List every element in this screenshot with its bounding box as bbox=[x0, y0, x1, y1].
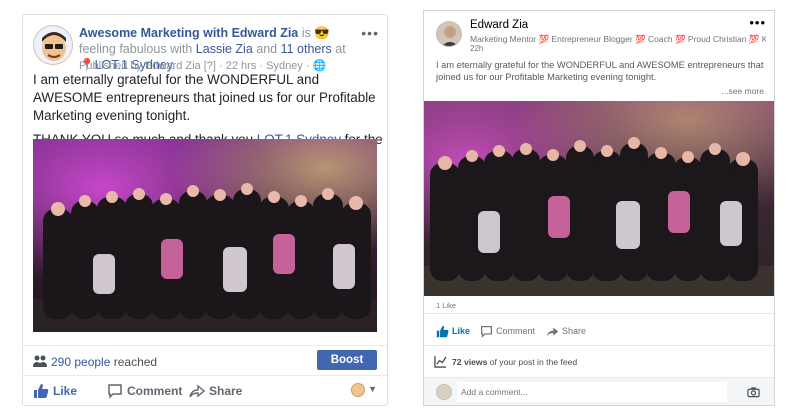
comment-icon bbox=[481, 326, 492, 338]
comment-label: Comment bbox=[496, 326, 536, 336]
thumbs-up-icon bbox=[436, 325, 449, 338]
others-link[interactable]: 11 others bbox=[281, 42, 332, 56]
add-comment-input[interactable] bbox=[457, 382, 727, 402]
feeling-label: feeling bbox=[79, 42, 116, 56]
page-avatar-selector[interactable] bbox=[351, 383, 365, 397]
author-name-link[interactable]: Awesome Marketing with Edward Zia bbox=[79, 26, 298, 40]
at-label: at bbox=[335, 42, 346, 56]
reach-count[interactable]: 290 people bbox=[51, 355, 110, 369]
camera-icon[interactable] bbox=[747, 386, 760, 398]
linkedin-post-card: Edward Zia Marketing Mentor 💯 Entreprene… bbox=[423, 10, 775, 406]
post-views-text: 72 views of your post in the feed bbox=[452, 357, 577, 367]
comment-composer bbox=[424, 377, 774, 405]
and-label: and bbox=[256, 42, 278, 56]
current-user-avatar bbox=[436, 384, 452, 400]
post-body: I am eternally grateful for the WONDERFU… bbox=[436, 60, 764, 82]
group-photo[interactable] bbox=[33, 139, 377, 332]
feeling-value: fabulous bbox=[119, 42, 167, 56]
author-avatar[interactable] bbox=[436, 21, 462, 47]
author-headline: Marketing Mentor 💯 Entrepreneur Blogger … bbox=[470, 34, 766, 44]
like-button[interactable]: Like bbox=[34, 384, 78, 398]
comment-button[interactable]: Comment bbox=[481, 326, 536, 338]
post-time: 22h bbox=[470, 44, 484, 53]
post-paragraph-1: I am eternally grateful for the WONDERFU… bbox=[33, 72, 376, 123]
share-icon bbox=[546, 327, 559, 337]
see-more-link[interactable]: ...see more bbox=[721, 86, 764, 96]
like-label: Like bbox=[53, 384, 78, 398]
with-label: with bbox=[170, 42, 193, 56]
people-reached-icon bbox=[33, 355, 47, 367]
share-button[interactable]: Share bbox=[189, 384, 243, 398]
author-name-link[interactable]: Edward Zia bbox=[470, 19, 528, 31]
views-count: 72 views bbox=[452, 357, 488, 367]
comment-label: Comment bbox=[127, 384, 183, 398]
people-reached: 290 people reached bbox=[51, 355, 157, 369]
comment-icon bbox=[108, 384, 122, 399]
share-button[interactable]: Share bbox=[546, 326, 587, 337]
likes-count[interactable]: 1 Like bbox=[436, 301, 456, 310]
sunglasses-emoji-icon: 😎 bbox=[314, 26, 330, 40]
chevron-down-icon[interactable]: ▼ bbox=[368, 384, 377, 394]
post-header: Awesome Marketing with Edward Zia is 😎 f… bbox=[33, 25, 379, 75]
share-label: Share bbox=[209, 384, 243, 398]
post-views-bar[interactable]: 72 views of your post in the feed bbox=[424, 345, 774, 377]
boost-post-button[interactable]: Boost Post bbox=[317, 350, 377, 386]
author-avatar[interactable] bbox=[33, 25, 73, 65]
like-label: Like bbox=[452, 326, 471, 336]
more-options-icon[interactable]: ••• bbox=[361, 25, 379, 41]
more-options-icon[interactable]: ••• bbox=[749, 15, 766, 30]
post-actions-bar: Like Comment Share bbox=[424, 313, 774, 347]
reach-label: reached bbox=[113, 355, 158, 369]
thumbs-up-icon bbox=[34, 384, 49, 398]
like-button[interactable]: Like bbox=[436, 325, 471, 338]
views-label: of your post in the feed bbox=[489, 357, 578, 367]
post-stats-bar: 290 people reached Boost Post bbox=[23, 345, 387, 386]
comment-button[interactable]: Comment bbox=[108, 384, 183, 399]
facebook-post-card: Awesome Marketing with Edward Zia is 😎 f… bbox=[22, 14, 388, 406]
group-photo[interactable] bbox=[424, 101, 774, 296]
post-actions-bar: Like Comment Share ▼ bbox=[23, 375, 387, 405]
analytics-chart-icon bbox=[434, 355, 447, 368]
share-label: Share bbox=[562, 326, 587, 336]
tagged-person-link[interactable]: Lassie Zia bbox=[196, 42, 253, 56]
share-icon bbox=[189, 384, 205, 398]
is-label: is bbox=[301, 26, 311, 40]
